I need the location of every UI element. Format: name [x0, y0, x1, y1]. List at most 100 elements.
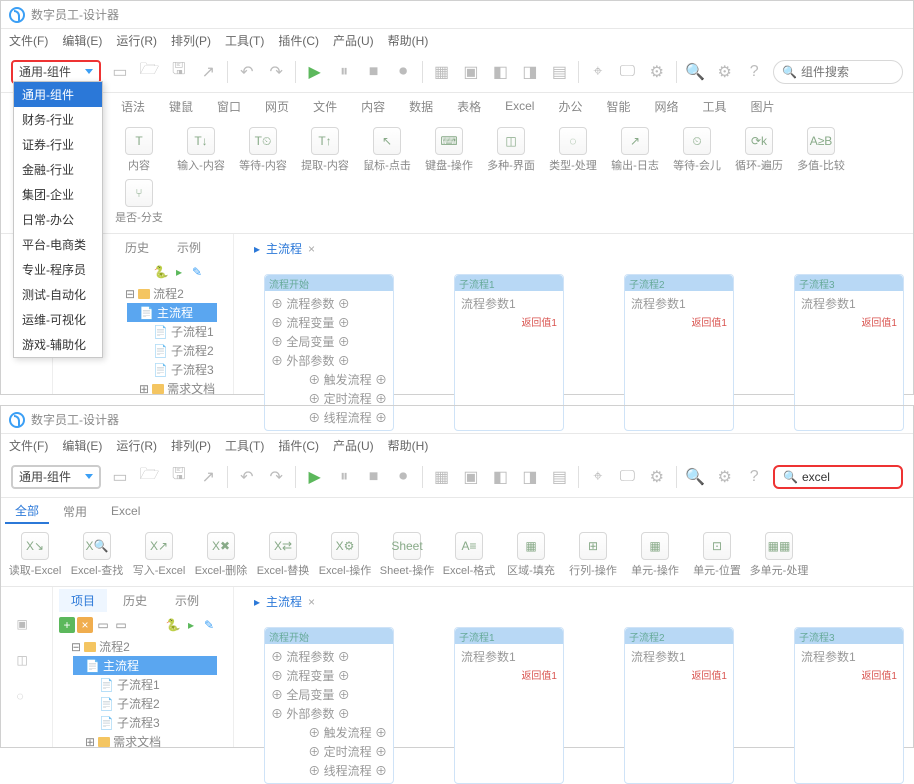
menu-product[interactable]: 产品(U) [333, 32, 374, 49]
tab-项目[interactable]: 项目 [59, 589, 107, 612]
module[interactable]: ↖鼠标-点击 [359, 127, 415, 173]
menu-plugins[interactable]: 插件(C) [278, 437, 319, 454]
module[interactable]: ⌨键盘-操作 [421, 127, 477, 173]
module-写入-Excel[interactable]: X↗写入-Excel [131, 532, 187, 578]
menu-run[interactable]: 运行(R) [116, 437, 157, 454]
rail-icon[interactable]: ▣ [17, 617, 37, 637]
screen-icon[interactable]: 🖵 [617, 61, 638, 83]
stop-icon[interactable]: ■ [363, 61, 384, 83]
search-tool-icon[interactable]: 🔍 [684, 61, 705, 83]
component-category-dropdown[interactable]: 通用-组件 [11, 60, 101, 84]
tab-智能[interactable]: 智能 [596, 95, 640, 118]
module-单元-位置[interactable]: ⊡单元-位置 [689, 532, 745, 578]
export-icon[interactable]: ↗ [198, 61, 219, 83]
search-input[interactable] [801, 65, 914, 79]
tab-网络[interactable]: 网络 [645, 95, 689, 118]
export-icon[interactable]: ↗ [198, 466, 219, 488]
module-单元-操作[interactable]: ▦单元-操作 [627, 532, 683, 578]
play-icon[interactable]: ▶ [304, 466, 325, 488]
tree-node-sub[interactable]: 📄 子流程3 [87, 713, 217, 732]
tool-icon[interactable]: ✎ [201, 617, 217, 633]
module-多单元-处理[interactable]: ▦▦多单元-处理 [751, 532, 807, 578]
tab-窗口[interactable]: 窗口 [207, 95, 251, 118]
menu-help[interactable]: 帮助(H) [388, 32, 429, 49]
tab-内容[interactable]: 内容 [351, 95, 395, 118]
dropdown-item-财务-行业[interactable]: 财务-行业 [14, 107, 102, 132]
run-icon[interactable]: ▸ [183, 617, 199, 633]
menu-file[interactable]: 文件(F) [9, 437, 48, 454]
tab-办公[interactable]: 办公 [548, 95, 592, 118]
tree-node-sub[interactable]: 📄 子流程1 [141, 322, 217, 341]
tree-node-sub[interactable]: 📄 子流程1 [87, 675, 217, 694]
tree-node-sub[interactable]: 📄 子流程2 [87, 694, 217, 713]
component-category-dropdown[interactable]: 通用-组件 [11, 465, 101, 489]
tool-icon[interactable]: ▣ [460, 466, 481, 488]
grid-icon[interactable]: ▦ [431, 61, 452, 83]
tab-Excel[interactable]: Excel [101, 501, 150, 521]
menu-tools[interactable]: 工具(T) [225, 437, 264, 454]
close-icon[interactable]: × [308, 242, 315, 256]
menu-edit[interactable]: 编辑(E) [62, 32, 102, 49]
module-Excel-格式[interactable]: A≡Excel-格式 [441, 532, 497, 578]
run-icon[interactable]: ▸ [171, 264, 187, 280]
module[interactable]: T↑提取-内容 [297, 127, 353, 173]
dropdown-item-金融-行业[interactable]: 金融-行业 [14, 157, 102, 182]
tool-icon[interactable]: ▭ [95, 617, 111, 633]
tab-语法[interactable]: 语法 [111, 95, 155, 118]
module-Excel-操作[interactable]: X⚙Excel-操作 [317, 532, 373, 578]
tool-icon[interactable]: ▣ [460, 61, 481, 83]
stop-icon[interactable]: ■ [363, 466, 384, 488]
help-icon[interactable]: ? [743, 61, 764, 83]
menu-plugins[interactable]: 插件(C) [278, 32, 319, 49]
capture-icon[interactable]: ⌖ [587, 61, 608, 83]
module[interactable]: ◌类型-处理 [545, 127, 601, 173]
tab-历史[interactable]: 历史 [111, 589, 159, 612]
settings-icon[interactable]: ⚙ [714, 61, 735, 83]
dropdown-item-平台-电商类[interactable]: 平台-电商类 [14, 232, 102, 257]
tool-icon[interactable]: ⚙ [646, 61, 667, 83]
menu-file[interactable]: 文件(F) [9, 32, 48, 49]
module-Excel-删除[interactable]: X✖Excel-删除 [193, 532, 249, 578]
flow-canvas[interactable]: ▸ 主流程 × 流程开始 ⊕ 流程参数 ⊕ ⊕ 流程变量 ⊕ ⊕ 全局变量 ⊕ … [233, 587, 913, 747]
play-icon[interactable]: ▶ [304, 61, 325, 83]
module-Excel-替换[interactable]: X⇄Excel-替换 [255, 532, 311, 578]
dropdown-item-通用-组件[interactable]: 通用-组件 [14, 82, 102, 107]
tab-常用[interactable]: 常用 [53, 500, 97, 523]
module[interactable]: ◫多种-界面 [483, 127, 539, 173]
tree-node-main[interactable]: 📄 主流程 [127, 303, 217, 322]
module[interactable]: ↗输出-日志 [607, 127, 663, 173]
menu-arrange[interactable]: 排列(P) [171, 437, 211, 454]
new-icon[interactable]: ▭ [109, 61, 130, 83]
module[interactable]: T↓输入-内容 [173, 127, 229, 173]
search-tool-icon[interactable]: 🔍 [684, 466, 705, 488]
module-读取-Excel[interactable]: X↘读取-Excel [7, 532, 63, 578]
tab-图片[interactable]: 图片 [741, 95, 785, 118]
dropdown-item-集团-企业[interactable]: 集团-企业 [14, 182, 102, 207]
delete-icon[interactable]: × [77, 617, 93, 633]
flow-node-sub[interactable]: 子流程1 流程参数1返回值1 [454, 627, 564, 784]
flow-canvas[interactable]: ▸ 主流程 × 流程开始 ⊕ 流程参数 ⊕ ⊕ 流程变量 ⊕ ⊕ 全局变量 ⊕ … [233, 234, 913, 394]
dropdown-item-游戏-辅助化[interactable]: 游戏-辅助化 [14, 332, 102, 357]
menu-tools[interactable]: 工具(T) [225, 32, 264, 49]
menu-run[interactable]: 运行(R) [116, 32, 157, 49]
flow-node-sub[interactable]: 子流程3 流程参数1返回值1 [794, 627, 904, 784]
module-Sheet-操作[interactable]: SheetSheet-操作 [379, 532, 435, 578]
search-input[interactable] [802, 470, 914, 484]
tree-node-doc[interactable]: ⊞ 需求文档 [73, 732, 217, 751]
tab-Excel[interactable]: Excel [495, 96, 544, 116]
dropdown-item-证券-行业[interactable]: 证券-行业 [14, 132, 102, 157]
screen-icon[interactable]: 🖵 [617, 466, 638, 488]
module[interactable]: ⑂是否-分支 [111, 179, 167, 225]
tab-键鼠[interactable]: 键鼠 [159, 95, 203, 118]
dropdown-item-专业-程序员[interactable]: 专业-程序员 [14, 257, 102, 282]
tab-网页[interactable]: 网页 [255, 95, 299, 118]
close-icon[interactable]: × [308, 595, 315, 609]
tab-工具[interactable]: 工具 [693, 95, 737, 118]
tree-node-main[interactable]: 📄 主流程 [73, 656, 217, 675]
grid-icon[interactable]: ▦ [431, 466, 452, 488]
pause-icon[interactable]: ⏸ [333, 466, 354, 488]
component-search[interactable]: 🔍 × [773, 465, 903, 489]
tool-icon[interactable]: ⚙ [646, 466, 667, 488]
undo-icon[interactable]: ↶ [236, 61, 257, 83]
python-icon[interactable]: 🐍 [153, 264, 169, 280]
